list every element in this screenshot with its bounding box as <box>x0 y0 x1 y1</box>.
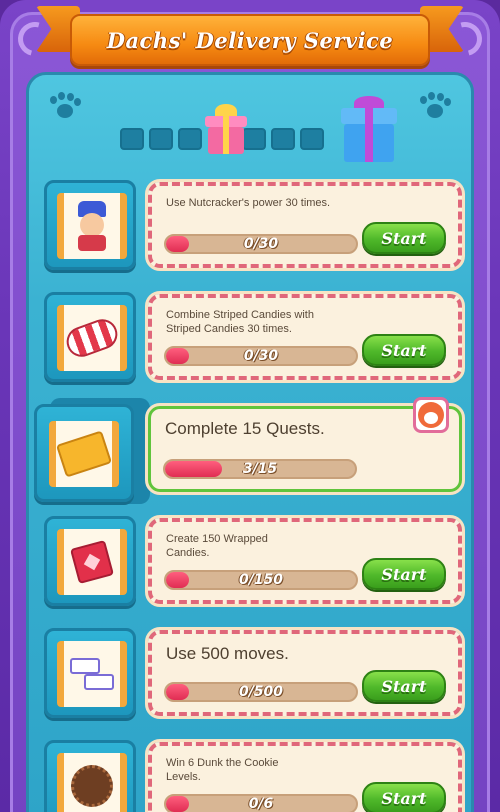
quest-card: Use Nutcracker's power 30 times. 0/30 St… <box>145 179 465 271</box>
progress-label: 0/500 <box>238 684 284 700</box>
quest-row: Create 150 Wrapped Candies. 0/150 Start <box>44 515 465 608</box>
progress-slot <box>242 128 266 150</box>
progress-label: 0/30 <box>243 236 279 252</box>
progress-label: 0/6 <box>248 796 274 812</box>
quest-card: Win 6 Dunk the Cookie Levels. 0/6 Start <box>145 739 465 812</box>
quest-icon-tile <box>44 292 136 382</box>
start-button[interactable]: Start <box>362 222 446 254</box>
quest-icon-tile <box>44 180 136 270</box>
quest-description: Use 500 moves. <box>166 644 289 663</box>
quest-progress-bar: 3/15 <box>163 459 357 479</box>
quest-row: Use 500 moves. 0/500 Start <box>44 627 465 720</box>
progress-label: 0/30 <box>243 348 279 364</box>
progress-slot <box>149 128 173 150</box>
start-button[interactable]: Start <box>362 782 446 812</box>
paw-print-icon <box>48 92 82 122</box>
progress-slot <box>271 128 295 150</box>
start-button[interactable]: Start <box>362 558 446 590</box>
title-ribbon: Dachs' Delivery Service <box>70 14 430 66</box>
quest-card-active: Complete 15 Quests. 3/15 <box>145 397 465 495</box>
quest-icon-tile <box>44 740 136 812</box>
quest-icon-tile <box>44 628 136 718</box>
quest-row: Win 6 Dunk the Cookie Levels. 0/6 Start <box>44 739 465 812</box>
quest-description: Use Nutcracker's power 30 times. <box>166 197 331 209</box>
quest-description: Complete 15 Quests. <box>165 419 325 438</box>
quest-description: Win 6 Dunk the Cookie Levels. <box>166 757 279 783</box>
quest-progress-bar: 0/500 <box>164 682 358 702</box>
wrapped-candy-icon <box>69 539 115 585</box>
quest-progress-bar: 0/30 <box>164 234 358 254</box>
fox-avatar-icon <box>413 397 449 433</box>
swap-moves-icon <box>70 656 114 692</box>
quest-progress-bar: 0/150 <box>164 570 358 590</box>
quest-progress-bar: 0/30 <box>164 346 358 366</box>
quest-icon-tile <box>34 404 134 502</box>
gift-icon[interactable] <box>205 104 247 154</box>
big-gift-icon[interactable] <box>341 96 397 162</box>
progress-slot <box>120 128 144 150</box>
quest-description: Create 150 Wrapped Candies. <box>166 533 268 559</box>
quest-card: Combine Striped Candies with Striped Can… <box>145 291 465 383</box>
quest-row: Combine Striped Candies with Striped Can… <box>44 291 465 384</box>
paw-print-icon <box>418 92 452 122</box>
start-button[interactable]: Start <box>362 670 446 702</box>
quest-row: Use Nutcracker's power 30 times. 0/30 St… <box>44 179 465 272</box>
cookie-icon <box>71 765 113 807</box>
quest-description: Combine Striped Candies with Striped Can… <box>166 309 314 335</box>
quest-card: Create 150 Wrapped Candies. 0/150 Start <box>145 515 465 607</box>
page-title: Dachs' Delivery Service <box>106 27 394 53</box>
progress-label: 3/15 <box>242 461 278 477</box>
start-button[interactable]: Start <box>362 334 446 366</box>
progress-slot <box>178 128 202 150</box>
striped-candy-icon <box>62 315 122 361</box>
nutcracker-icon <box>72 201 112 251</box>
map-scroll-icon <box>55 430 113 478</box>
quest-progress-bar: 0/6 <box>164 794 358 812</box>
progress-label: 0/150 <box>238 572 284 588</box>
quest-row-active: Complete 15 Quests. 3/15 <box>34 397 465 504</box>
progress-slot <box>300 128 324 150</box>
quest-icon-tile <box>44 516 136 606</box>
quest-card: Use 500 moves. 0/500 Start <box>145 627 465 719</box>
